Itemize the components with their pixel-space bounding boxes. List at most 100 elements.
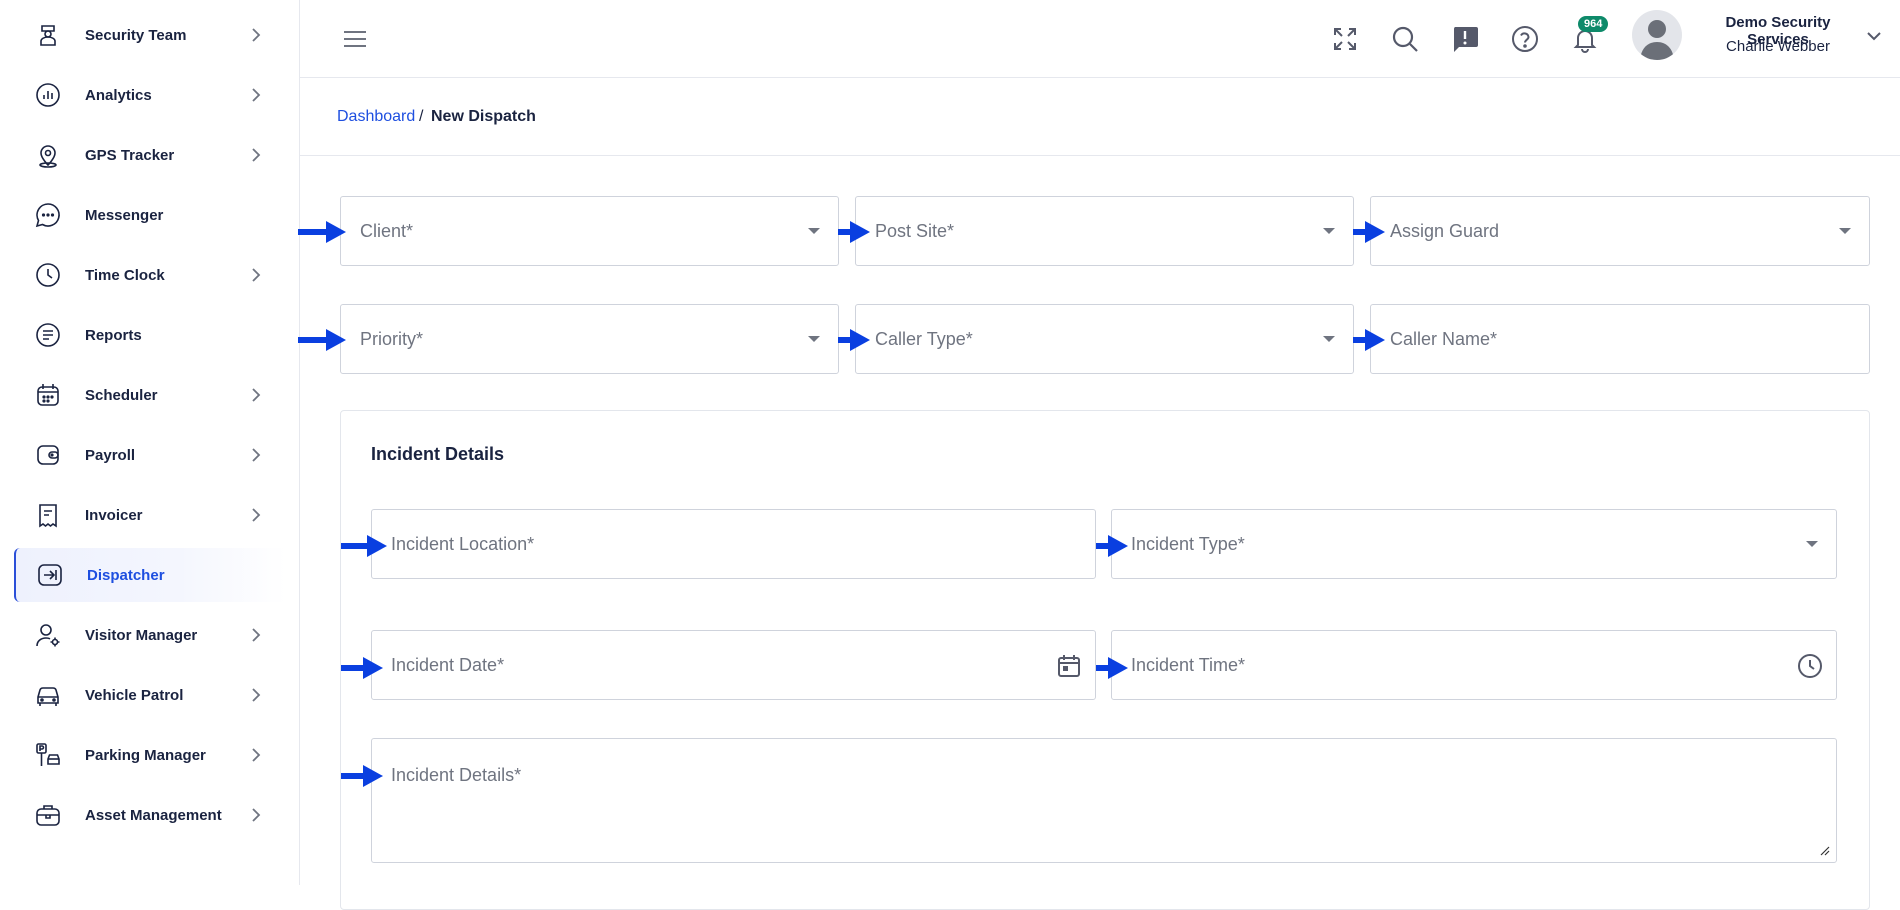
chevron-right-icon (252, 748, 261, 762)
incident-time-input[interactable]: Incident Time* (1111, 630, 1837, 700)
fullscreen-icon[interactable] (1330, 24, 1360, 54)
sidebar-item-scheduler[interactable]: Scheduler (14, 368, 286, 422)
sidebar-item-visitor-manager[interactable]: Visitor Manager (14, 608, 286, 662)
caller-name-input[interactable]: Caller Name* (1370, 304, 1870, 374)
sidebar-item-invoicer[interactable]: Invoicer (14, 488, 286, 542)
caret-down-icon (808, 336, 820, 342)
clock-icon[interactable] (1796, 652, 1824, 680)
incident-location-placeholder: Incident Location* (391, 534, 535, 554)
chevron-right-icon (252, 88, 261, 102)
sidebar-item-label: Time Clock (85, 266, 165, 284)
chevron-right-icon (252, 508, 261, 522)
sidebar-item-payroll[interactable]: Payroll (14, 428, 286, 482)
user-silhouette-icon (1640, 20, 1674, 60)
chevron-down-icon[interactable] (1864, 26, 1884, 46)
briefcase-icon (36, 805, 60, 826)
sidebar-item-label: Messenger (85, 206, 164, 224)
client-placeholder: Client* (360, 221, 414, 241)
help-icon[interactable] (1510, 24, 1540, 54)
chevron-right-icon (252, 448, 261, 462)
sidebar-item-label: Reports (85, 326, 142, 344)
arrow-annotation-icon (1353, 221, 1385, 243)
arrow-annotation-icon (341, 657, 383, 679)
incident-details-title: Incident Details (371, 444, 505, 464)
sidebar-item-vehicle-patrol[interactable]: Vehicle Patrol (14, 668, 286, 722)
dispatch-icon (38, 564, 62, 586)
sidebar-item-label: Dispatcher (87, 566, 165, 584)
arrow-annotation-icon (838, 329, 870, 351)
calendar-icon[interactable] (1055, 652, 1083, 680)
client-select[interactable]: Client* (340, 196, 839, 266)
sidebar-item-reports[interactable]: Reports (14, 308, 286, 362)
breadcrumb-current: New Dispatch (431, 108, 536, 125)
sidebar-item-analytics[interactable]: Analytics (14, 68, 286, 122)
arrow-annotation-icon (1353, 329, 1385, 351)
sidebar-item-time-clock[interactable]: Time Clock (14, 248, 286, 302)
search-icon[interactable] (1390, 24, 1420, 54)
sidebar-item-label: Parking Manager (85, 746, 206, 764)
sidebar-item-label: Payroll (85, 446, 136, 464)
sidebar-item-label: Security Team (85, 26, 187, 44)
priority-placeholder: Priority* (360, 329, 424, 349)
sidebar-item-label: Analytics (85, 86, 152, 104)
sidebar: Security Team Analytics GPS Tracker Mess… (0, 0, 300, 885)
assign-guard-select[interactable]: Assign Guard (1370, 196, 1870, 266)
chevron-right-icon (252, 388, 261, 402)
parking-icon (36, 743, 60, 766)
receipt-icon (39, 504, 57, 528)
resize-handle-icon[interactable] (1820, 846, 1830, 856)
sidebar-item-label: Scheduler (85, 386, 158, 404)
chevron-right-icon (252, 28, 261, 42)
breadcrumb (300, 78, 1900, 156)
report-icon (36, 323, 60, 347)
security-guard-icon (40, 25, 56, 46)
menu-icon[interactable] (342, 26, 368, 52)
car-icon (37, 687, 59, 706)
sidebar-item-label: GPS Tracker (85, 146, 175, 164)
analytics-icon (36, 83, 60, 107)
sidebar-item-dispatcher[interactable]: Dispatcher (14, 548, 286, 602)
wallet-icon (37, 445, 59, 465)
incident-location-input[interactable]: Incident Location* (371, 509, 1096, 579)
chevron-right-icon (252, 628, 261, 642)
caret-down-icon (1323, 228, 1335, 234)
arrow-annotation-icon (298, 221, 346, 243)
incident-details-textarea[interactable]: Incident Details* (371, 738, 1837, 863)
user-name: Charlie Webber (1726, 38, 1830, 55)
arrow-annotation-icon (1096, 535, 1128, 557)
breadcrumb-dashboard-link[interactable]: Dashboard (337, 108, 415, 126)
chevron-right-icon (252, 268, 261, 282)
sidebar-item-label: Visitor Manager (85, 626, 198, 644)
sidebar-item-label: Invoicer (85, 506, 143, 524)
arrow-annotation-icon (341, 765, 383, 787)
incident-type-select[interactable]: Incident Type* (1111, 509, 1837, 579)
arrow-annotation-icon (1096, 657, 1128, 679)
sidebar-item-gps-tracker[interactable]: GPS Tracker (14, 128, 286, 182)
sidebar-item-parking-manager[interactable]: Parking Manager (14, 728, 286, 782)
chevron-right-icon (252, 808, 261, 822)
sidebar-item-label: Vehicle Patrol (85, 686, 184, 704)
sidebar-item-asset-management[interactable]: Asset Management (14, 788, 286, 842)
caret-down-icon (1806, 541, 1818, 547)
priority-select[interactable]: Priority* (340, 304, 839, 374)
incident-date-input[interactable]: Incident Date* (371, 630, 1096, 700)
incident-details-placeholder: Incident Details* (391, 765, 522, 785)
incident-date-placeholder: Incident Date* (391, 655, 505, 675)
caret-down-icon (808, 228, 820, 234)
arrow-annotation-icon (838, 221, 870, 243)
sidebar-item-security-team[interactable]: Security Team (14, 8, 286, 62)
incident-time-placeholder: Incident Time* (1131, 655, 1246, 675)
sidebar-item-messenger[interactable]: Messenger (14, 188, 286, 242)
map-pin-icon (39, 145, 57, 168)
post-site-select[interactable]: Post Site* (855, 196, 1354, 266)
incident-type-placeholder: Incident Type* (1131, 534, 1245, 554)
clock-icon (36, 263, 60, 287)
caret-down-icon (1323, 336, 1335, 342)
feedback-icon[interactable] (1450, 24, 1480, 54)
avatar[interactable] (1632, 10, 1682, 60)
visitor-gear-icon (36, 624, 60, 647)
calendar-icon (37, 384, 59, 406)
chevron-right-icon (252, 148, 261, 162)
caller-type-select[interactable]: Caller Type* (855, 304, 1354, 374)
sidebar-item-label: Asset Management (85, 806, 222, 824)
